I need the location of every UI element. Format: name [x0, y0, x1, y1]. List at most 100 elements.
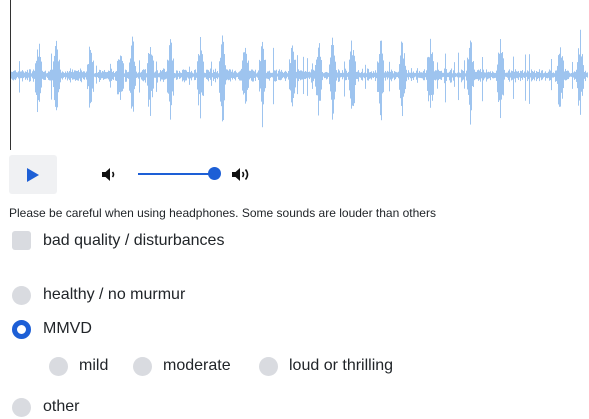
waveform-bar	[345, 68, 346, 81]
waveform-bar	[52, 69, 53, 81]
waveform-bar	[310, 72, 311, 78]
severity-mild-radio[interactable]	[49, 357, 68, 376]
waveform-graph[interactable]	[0, 0, 589, 150]
waveform-bar	[402, 42, 403, 117]
waveform-bar	[147, 63, 148, 86]
waveform-bar	[317, 56, 318, 96]
waveform-bar	[516, 71, 517, 78]
waveform-bar	[255, 69, 256, 81]
waveform-bar	[443, 72, 444, 77]
waveform-bar	[340, 72, 341, 78]
waveform[interactable]	[0, 0, 589, 150]
waveform-bar	[294, 59, 295, 94]
waveform-bar	[105, 71, 106, 79]
waveform-bar	[511, 70, 512, 81]
waveform-bar	[320, 56, 321, 101]
waveform-bar	[490, 71, 491, 81]
healthy-label[interactable]: healthy / no murmur	[43, 286, 185, 304]
waveform-bar	[520, 70, 521, 82]
volume-slider[interactable]	[138, 166, 222, 182]
waveform-bar	[447, 72, 448, 78]
bad-quality-checkbox[interactable]	[12, 231, 31, 250]
waveform-bar	[423, 70, 424, 81]
waveform-bar	[186, 70, 187, 81]
severity-loud-label[interactable]: loud or thrilling	[289, 357, 393, 375]
waveform-bar	[18, 71, 19, 79]
waveform-bar	[191, 70, 192, 81]
bad-quality-label[interactable]: bad quality / disturbances	[43, 232, 224, 250]
waveform-bar	[119, 59, 120, 93]
waveform-bar	[159, 72, 160, 78]
waveform-bar	[80, 68, 81, 82]
waveform-bar	[489, 72, 490, 79]
waveform-bar	[203, 61, 204, 96]
waveform-bar	[193, 73, 194, 77]
waveform-bar	[92, 62, 93, 89]
waveform-bar	[544, 72, 545, 77]
severity-moderate-label[interactable]: moderate	[163, 357, 231, 375]
waveform-bar	[581, 56, 582, 92]
waveform-bar	[338, 69, 339, 82]
waveform-bar	[426, 70, 427, 80]
waveform-bar	[81, 70, 82, 83]
waveform-bar	[416, 70, 417, 80]
waveform-bar	[55, 46, 56, 107]
waveform-bar	[302, 71, 303, 80]
waveform-bar	[166, 71, 167, 79]
waveform-bar	[343, 72, 344, 78]
waveform-bar	[569, 72, 570, 78]
waveform-bar	[85, 72, 86, 78]
waveform-bar	[433, 61, 434, 95]
healthy-radio[interactable]	[12, 286, 31, 305]
waveform-bar	[348, 71, 349, 80]
waveform-bar	[102, 71, 103, 79]
waveform-bar	[282, 71, 283, 79]
other-radio[interactable]	[12, 398, 31, 417]
waveform-bar	[173, 58, 174, 96]
waveform-bar	[507, 72, 508, 78]
waveform-bar	[135, 66, 136, 86]
severity-moderate-radio[interactable]	[133, 357, 152, 376]
waveform-bar	[274, 70, 275, 82]
waveform-bar	[154, 72, 155, 78]
waveform-bar	[106, 72, 107, 79]
mmvd-label[interactable]: MMVD	[43, 320, 92, 338]
severity-loud-radio[interactable]	[259, 357, 278, 376]
waveform-bar	[69, 71, 70, 81]
play-button[interactable]	[9, 155, 57, 194]
waveform-bar	[318, 47, 319, 116]
waveform-bar	[414, 72, 415, 78]
waveform-bar	[369, 72, 370, 79]
waveform-bar	[101, 72, 102, 79]
waveform-bar	[157, 70, 158, 83]
volume-high-icon[interactable]	[231, 167, 253, 182]
waveform-bar	[538, 71, 539, 79]
waveform-bar	[315, 65, 316, 87]
mmvd-radio[interactable]	[12, 320, 31, 339]
waveform-bar	[128, 71, 129, 79]
waveform-bar	[336, 70, 337, 81]
waveform-bar	[580, 29, 581, 115]
severity-mild-label[interactable]: mild	[79, 357, 108, 375]
waveform-bar	[469, 47, 470, 105]
waveform-bar	[404, 53, 405, 94]
waveform-bar	[24, 72, 25, 78]
waveform-bar	[408, 70, 409, 80]
waveform-bar	[169, 45, 170, 102]
volume-low-icon[interactable]	[101, 167, 119, 182]
waveform-bar	[269, 70, 270, 81]
waveform-bar	[90, 49, 91, 104]
waveform-bar	[144, 69, 145, 81]
waveform-bar	[171, 42, 172, 106]
waveform-bar	[206, 69, 207, 79]
waveform-bar	[332, 37, 333, 120]
headphones-warning: Please be careful when using headphones.…	[9, 206, 436, 220]
waveform-bar	[107, 71, 108, 79]
waveform-bar	[344, 61, 345, 97]
other-label[interactable]: other	[43, 398, 79, 416]
waveform-bar	[155, 71, 156, 78]
waveform-bar	[117, 60, 118, 95]
waveform-bar	[297, 55, 298, 95]
volume-slider-thumb[interactable]	[207, 167, 221, 180]
waveform-bar	[77, 71, 78, 81]
